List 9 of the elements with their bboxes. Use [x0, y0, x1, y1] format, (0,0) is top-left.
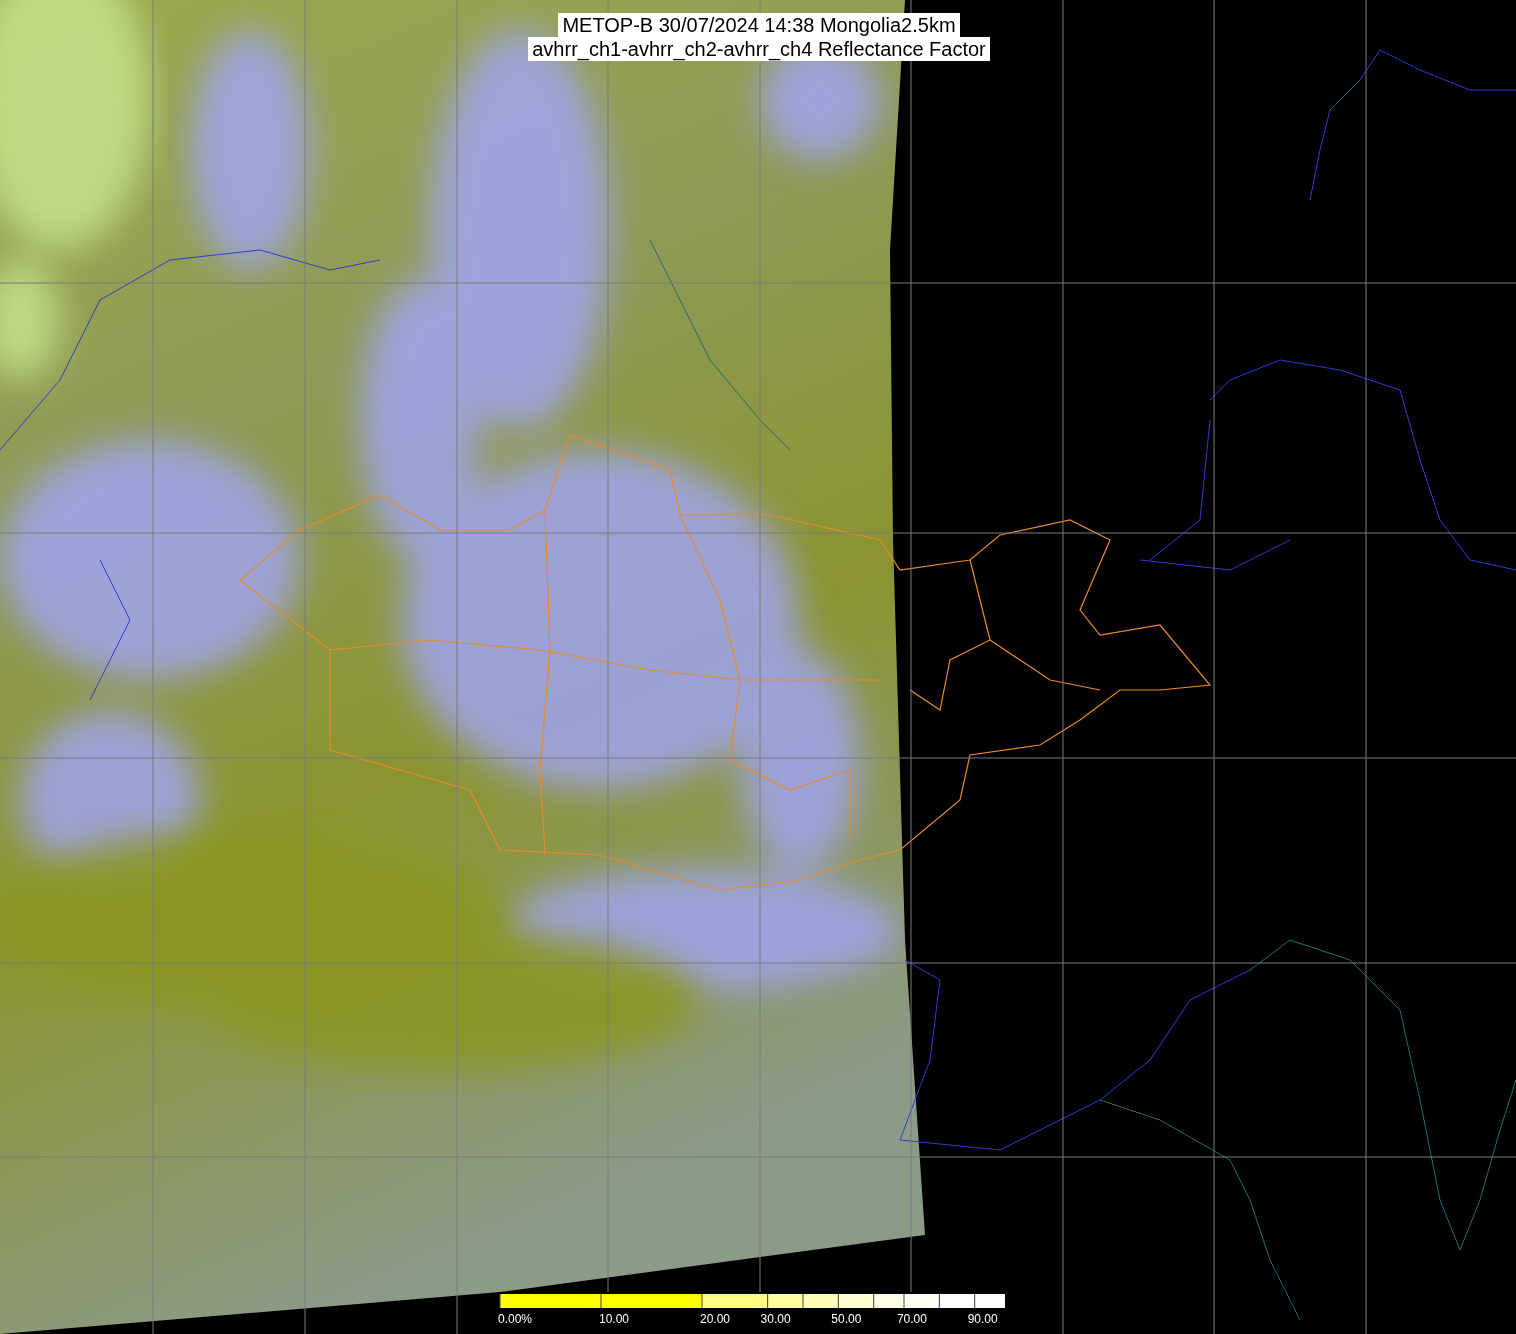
- colorbar-tick-label: 0.00%: [498, 1312, 533, 1326]
- colorbar-tick-label: 50.00: [831, 1312, 862, 1326]
- map-title: METOP-B 30/07/2024 14:38 Mongolia2.5km: [558, 13, 960, 37]
- colorbar-tick-label: 70.00: [896, 1312, 927, 1326]
- colorbar-tick-label: 30.00: [760, 1312, 791, 1326]
- colorbar-tick-label: 10.00: [599, 1312, 630, 1326]
- colorbar-tick-label: 20.00: [700, 1312, 731, 1326]
- map-subtitle: avhrr_ch1-avhrr_ch2-avhrr_ch4 Reflectance Factor: [528, 37, 990, 61]
- colorbar-tick-label: 90.00: [967, 1312, 998, 1326]
